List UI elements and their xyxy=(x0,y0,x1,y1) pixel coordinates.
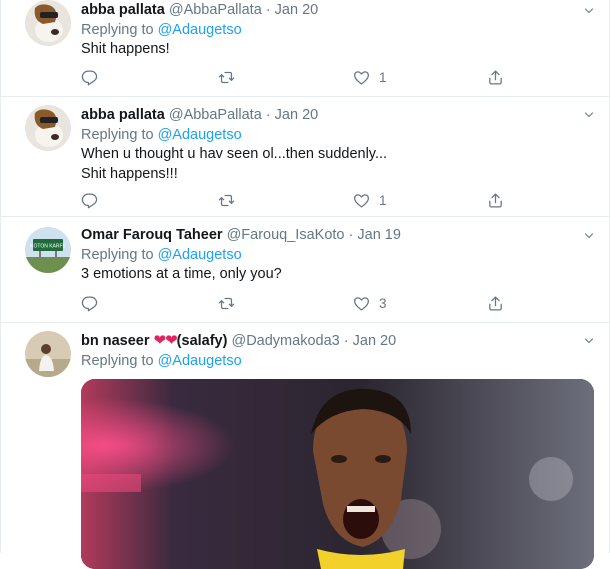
separator-dot: · xyxy=(265,2,271,18)
avatar[interactable] xyxy=(25,105,71,151)
separator-dot: · xyxy=(343,333,349,349)
author-handle[interactable]: @AbbaPallata xyxy=(169,2,262,18)
replying-to-line: Replying to @Adaugetso xyxy=(81,351,593,371)
retweet-icon xyxy=(218,69,235,86)
like-count: 3 xyxy=(379,295,387,311)
separator-dot: · xyxy=(348,227,354,243)
tweet-text: 3 emotions at a time, only you? xyxy=(81,266,282,282)
chevron-down-icon[interactable] xyxy=(583,5,595,17)
like-count: 1 xyxy=(379,192,387,208)
author-name-suffix[interactable]: (salafy) xyxy=(177,333,228,349)
timestamp[interactable]: Jan 20 xyxy=(353,333,397,349)
replying-to-line: Replying to @Adaugetso xyxy=(81,125,593,145)
replying-to-mention[interactable]: @Adaugetso xyxy=(158,22,242,38)
reply-button[interactable] xyxy=(81,190,107,210)
retweet-button[interactable] xyxy=(218,67,244,87)
reply-button[interactable] xyxy=(81,293,107,313)
reply-button[interactable] xyxy=(81,67,107,87)
separator-dot: · xyxy=(265,107,271,123)
reply-tweet[interactable]: bn naseer ❤❤(salafy) @Dadymakoda3 · Jan … xyxy=(1,323,609,569)
like-count: 1 xyxy=(379,69,387,85)
heart-icon xyxy=(353,295,370,312)
reply-tweet[interactable]: abba pallata @AbbaPallata · Jan 20 Reply… xyxy=(1,0,609,97)
reply-tweet[interactable]: KOTON KARFE Omar Farouq Taheer @Farouq_I… xyxy=(1,217,609,323)
share-icon xyxy=(487,69,504,86)
replying-to-label: Replying to xyxy=(81,127,158,143)
chevron-down-icon[interactable] xyxy=(583,335,595,347)
replying-to-line: Replying to @Adaugetso xyxy=(81,245,593,265)
share-icon xyxy=(487,295,504,312)
replies-feed: abba pallata @AbbaPallata · Jan 20 Reply… xyxy=(0,0,610,569)
author-handle[interactable]: @Farouq_IsaKoto xyxy=(227,227,345,243)
tweet-photo[interactable] xyxy=(81,379,594,569)
share-icon xyxy=(487,192,504,209)
heart-icon xyxy=(353,192,370,209)
share-button[interactable] xyxy=(487,293,504,313)
retweet-icon xyxy=(218,192,235,209)
like-button[interactable]: 1 xyxy=(353,67,387,87)
author-name[interactable]: abba pallata xyxy=(81,107,165,123)
author-name[interactable]: bn naseer xyxy=(81,333,150,349)
avatar[interactable] xyxy=(25,331,71,377)
retweet-icon xyxy=(218,295,235,312)
tweet-text: When u thought u hav seen ol...then sudd… xyxy=(81,146,388,182)
timestamp[interactable]: Jan 19 xyxy=(357,227,401,243)
reply-tweet[interactable]: abba pallata @AbbaPallata · Jan 20 Reply… xyxy=(1,97,609,217)
tweet-actions: 1 xyxy=(81,190,521,210)
avatar[interactable] xyxy=(25,0,71,46)
author-handle[interactable]: @AbbaPallata xyxy=(169,107,262,123)
replying-to-mention[interactable]: @Adaugetso xyxy=(158,247,242,263)
reply-icon xyxy=(81,69,98,86)
chevron-down-icon[interactable] xyxy=(583,109,595,121)
reply-icon xyxy=(81,192,98,209)
replying-to-mention[interactable]: @Adaugetso xyxy=(158,127,242,143)
like-button[interactable]: 1 xyxy=(353,190,387,210)
share-button[interactable] xyxy=(487,190,504,210)
chevron-down-icon[interactable] xyxy=(583,230,595,242)
avatar[interactable]: KOTON KARFE xyxy=(25,227,71,273)
avatar-sign-text: KOTON KARFE xyxy=(30,244,66,250)
replying-to-label: Replying to xyxy=(81,22,158,38)
tweet-actions: 3 xyxy=(81,293,521,313)
tweet-actions: 1 xyxy=(81,67,521,87)
author-name[interactable]: abba pallata xyxy=(81,2,165,18)
replying-to-label: Replying to xyxy=(81,353,158,369)
reply-icon xyxy=(81,295,98,312)
replying-to-line: Replying to @Adaugetso xyxy=(81,20,593,40)
timestamp[interactable]: Jan 20 xyxy=(275,107,319,123)
tweet-text: Shit happens! xyxy=(81,41,170,57)
name-heart-emoji: ❤❤ xyxy=(153,332,178,349)
author-handle[interactable]: @Dadymakoda3 xyxy=(231,333,339,349)
heart-icon xyxy=(353,69,370,86)
retweet-button[interactable] xyxy=(218,293,244,313)
like-button[interactable]: 3 xyxy=(353,293,387,313)
author-name[interactable]: Omar Farouq Taheer xyxy=(81,227,223,243)
retweet-button[interactable] xyxy=(218,190,244,210)
replying-to-label: Replying to xyxy=(81,247,158,263)
replying-to-mention[interactable]: @Adaugetso xyxy=(158,353,242,369)
timestamp[interactable]: Jan 20 xyxy=(275,2,319,18)
share-button[interactable] xyxy=(487,67,504,87)
